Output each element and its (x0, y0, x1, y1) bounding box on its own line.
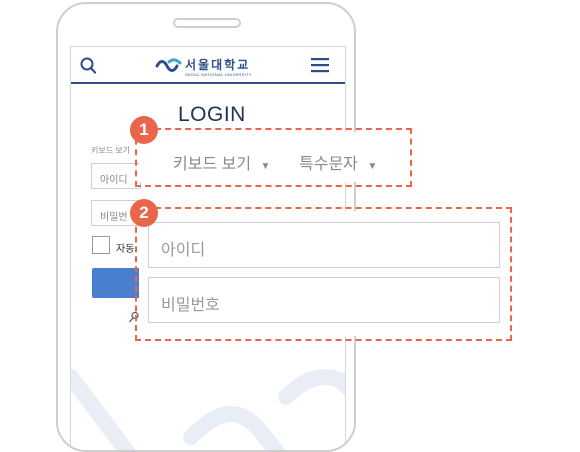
search-icon[interactable] (80, 57, 96, 74)
callout-2-badge: 2 (130, 199, 158, 227)
auto-login-checkbox[interactable] (92, 236, 110, 254)
id-input-small[interactable]: 아이디 (91, 163, 141, 189)
logo-text: 서울대학교 (185, 58, 251, 72)
chevron-down-icon: ▼ (367, 161, 378, 172)
id-input[interactable]: 아이디 (148, 222, 500, 268)
logo-subtext: SEOUL NATIONAL UNIVERSITY (185, 72, 252, 77)
special-chars-label: 특수문자 (299, 156, 358, 173)
callout-2-box: 아이디 비밀번호 (135, 207, 512, 341)
snu-logo-icon (155, 58, 182, 72)
keyboard-toggle[interactable]: 키보드 보기 ▼ (173, 150, 270, 174)
callout-1-box: 키보드 보기 ▼ 특수문자 ▼ (135, 128, 412, 187)
keyboard-toggle-small[interactable]: 키보드 보기 (91, 145, 130, 156)
callout-1-badge: 1 (130, 116, 158, 144)
login-title: LOGIN (178, 103, 246, 126)
phone-speaker (173, 18, 241, 28)
chevron-down-icon: ▼ (260, 161, 271, 172)
special-chars-toggle[interactable]: 특수문자 ▼ (299, 150, 377, 174)
keyboard-toggle-label: 키보드 보기 (173, 156, 252, 173)
site-logo[interactable]: 서울대학교 SEOUL NATIONAL UNIVERSITY (155, 54, 275, 80)
callout-2-panel: 아이디 비밀번호 (139, 211, 507, 336)
auto-login-label: 자동 (116, 244, 135, 255)
site-header: 서울대학교 SEOUL NATIONAL UNIVERSITY (71, 47, 345, 84)
callout-1-panel: 키보드 보기 ▼ 특수문자 ▼ (139, 132, 407, 182)
hamburger-menu-icon[interactable] (311, 58, 329, 73)
password-input[interactable]: 비밀번호 (148, 277, 500, 323)
